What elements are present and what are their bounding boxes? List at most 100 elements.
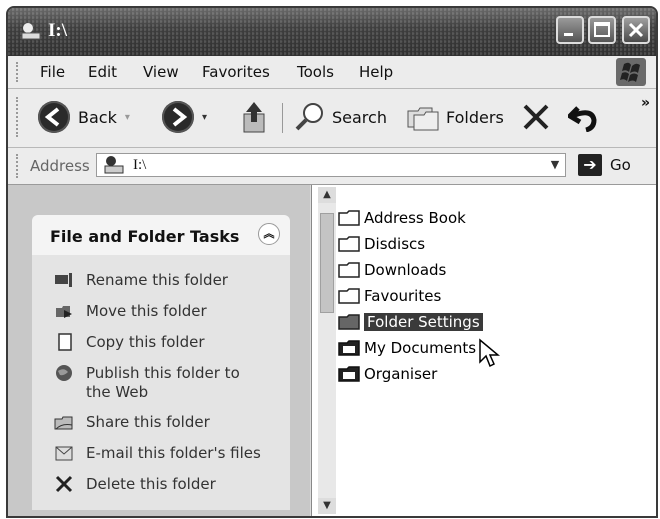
scroll-down-icon[interactable]: ▼ <box>318 498 336 514</box>
file-list-pane: ▲ ▼ Address Book Disdiscs Downloads Favo… <box>311 185 656 516</box>
address-value: I:\ <box>133 157 147 173</box>
move-icon <box>56 306 72 318</box>
toolbar-grip[interactable] <box>16 97 21 137</box>
special-folder-icon <box>338 340 360 356</box>
search-label: Search <box>332 107 387 127</box>
task-label: Rename this folder <box>86 271 228 289</box>
menu-edit[interactable]: Edit <box>88 63 117 81</box>
folder-icon <box>338 314 360 330</box>
network-drive-icon <box>21 23 41 40</box>
back-label: Back <box>78 107 117 127</box>
folders-icon <box>407 107 439 131</box>
task-label: E-mail this folder's files <box>86 444 261 462</box>
menu-help[interactable]: Help <box>359 63 393 81</box>
task-label: Share this folder <box>86 413 210 431</box>
up-button[interactable] <box>240 99 268 135</box>
tasks-panel-title: File and Folder Tasks <box>50 227 240 246</box>
back-dropdown-icon[interactable]: ▾ <box>125 112 130 123</box>
menu-file[interactable]: File <box>40 63 65 81</box>
task-label: Move this folder <box>86 302 207 320</box>
close-icon <box>628 22 644 38</box>
close-button[interactable] <box>622 16 650 44</box>
scroll-thumb[interactable] <box>320 213 334 313</box>
forward-button[interactable]: ▾ <box>162 99 207 135</box>
task-pane: File and Folder Tasks ︽ Rename this fold… <box>8 185 310 516</box>
folder-item-selected[interactable]: Folder Settings <box>338 311 483 333</box>
task-move-folder[interactable]: Move this folder <box>54 302 207 321</box>
scroll-up-icon[interactable]: ▲ <box>318 187 336 203</box>
task-rename-folder[interactable]: Rename this folder <box>54 271 228 290</box>
title-bar[interactable]: I:\ <box>8 8 656 56</box>
menu-tools[interactable]: Tools <box>297 63 334 81</box>
folder-name: Favourites <box>364 287 442 305</box>
folder-name: Address Book <box>364 209 466 227</box>
standard-toolbar: Back ▾ ▾ Search Folders » <box>8 89 656 148</box>
minimize-icon <box>564 33 573 36</box>
task-delete-folder[interactable]: Delete this folder <box>54 475 216 494</box>
folder-name: Folder Settings <box>364 313 483 331</box>
folder-up-icon <box>243 102 265 133</box>
delete-x-icon <box>523 104 549 130</box>
task-label: Publish this folder to the Web <box>86 364 240 401</box>
back-button[interactable]: Back ▾ <box>38 99 130 135</box>
maximize-icon <box>594 22 610 37</box>
copy-icon <box>58 333 72 351</box>
address-dropdown-icon[interactable]: ▼ <box>547 157 563 173</box>
explorer-window: I:\ File Edit View Favorites Tools Help <box>6 6 658 518</box>
folder-item[interactable]: Organiser <box>338 363 437 385</box>
minimize-button[interactable] <box>556 16 584 44</box>
forward-arrow-icon <box>162 101 194 133</box>
globe-icon <box>56 365 72 381</box>
folder-name: Disdiscs <box>364 235 426 253</box>
undo-icon <box>568 106 597 132</box>
window-title: I:\ <box>48 20 67 41</box>
rename-icon <box>55 273 72 287</box>
folder-item[interactable]: Address Book <box>338 207 466 229</box>
folder-icon <box>338 288 360 304</box>
folder-name: My Documents <box>364 339 477 357</box>
undo-button[interactable] <box>568 99 602 135</box>
delete-icon <box>55 475 73 493</box>
folder-icon <box>338 210 360 226</box>
folder-item[interactable]: Favourites <box>338 285 441 307</box>
delete-toolbar-button[interactable] <box>520 99 552 135</box>
task-share-folder[interactable]: Share this folder <box>54 413 210 432</box>
menu-grip[interactable] <box>16 62 21 82</box>
task-label: Delete this folder <box>86 475 216 493</box>
folder-item[interactable]: Downloads <box>338 259 446 281</box>
folder-item[interactable]: Disdiscs <box>338 233 425 255</box>
tasks-panel-header[interactable]: File and Folder Tasks ︽ <box>32 215 290 255</box>
menu-bar: File Edit View Favorites Tools Help <box>8 56 656 89</box>
menu-favorites[interactable]: Favorites <box>202 63 270 81</box>
search-icon <box>295 103 323 131</box>
toolbar-more-chevron[interactable]: » <box>641 95 650 111</box>
address-grip[interactable] <box>16 154 21 178</box>
address-input[interactable]: I:\ ▼ <box>96 153 566 177</box>
task-label: Copy this folder <box>86 333 205 351</box>
search-button[interactable]: Search <box>294 99 387 135</box>
email-icon <box>55 446 73 461</box>
go-button[interactable]: ➔ Go <box>578 154 631 176</box>
folder-item[interactable]: My Documents <box>338 337 476 359</box>
forward-dropdown-icon[interactable]: ▾ <box>202 112 207 123</box>
folders-button[interactable]: Folders <box>406 99 504 135</box>
folders-label: Folders <box>446 107 504 127</box>
collapse-chevron-icon[interactable]: ︽ <box>258 223 280 245</box>
task-copy-folder[interactable]: Copy this folder <box>54 333 205 352</box>
address-label: Address <box>30 157 90 175</box>
folder-icon <box>338 236 360 252</box>
address-bar: Address I:\ ▼ ➔ Go <box>8 148 656 185</box>
folder-icon <box>338 262 360 278</box>
toolbar-separator <box>282 103 283 133</box>
go-arrow-icon: ➔ <box>578 154 602 176</box>
menu-view[interactable]: View <box>143 63 179 81</box>
task-publish-folder[interactable]: Publish this folder to the Web <box>54 364 254 402</box>
folder-name: Organiser <box>364 365 438 383</box>
task-email-files[interactable]: E-mail this folder's files <box>54 444 261 463</box>
folder-name: Downloads <box>364 261 447 279</box>
maximize-button[interactable] <box>588 16 616 44</box>
windows-logo-icon <box>616 58 646 86</box>
network-drive-icon <box>104 156 124 174</box>
vertical-scrollbar[interactable]: ▲ ▼ <box>318 187 336 514</box>
go-label: Go <box>610 156 631 174</box>
